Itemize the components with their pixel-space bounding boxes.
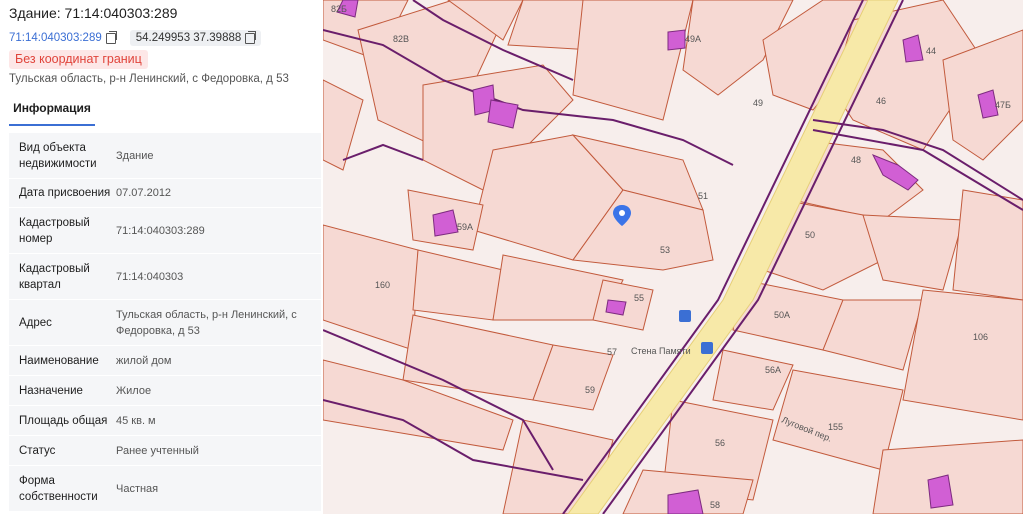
row-value: 45 кв. м bbox=[116, 414, 156, 427]
row-key: Дата присвоения bbox=[19, 187, 111, 199]
parcel-label: 49А bbox=[685, 34, 701, 44]
bus-stop-icon[interactable] bbox=[679, 310, 691, 322]
parcel-label: 58 bbox=[710, 500, 720, 510]
parcel-label: 49 bbox=[753, 98, 763, 108]
table-row: Дата присвоения 07.07.2012 bbox=[9, 179, 321, 208]
parcel-label: 82Б bbox=[331, 4, 347, 14]
row-key: Форма собственности bbox=[19, 474, 98, 503]
parcel-label: 82В bbox=[393, 34, 409, 44]
row-value: Ранее учтенный bbox=[116, 444, 199, 457]
parcel-label: 59А bbox=[457, 222, 473, 232]
table-row: Статус Ранее учтенный bbox=[9, 436, 321, 466]
parcel-label: 44 bbox=[926, 46, 936, 56]
row-value: Частная bbox=[116, 482, 159, 495]
row-value: жилой дом bbox=[116, 354, 172, 367]
map-canvas[interactable]: 82Б 82В 49А 49 44 46 47Б 48 51 53 50 59А… bbox=[323, 0, 1023, 514]
copy-icon[interactable] bbox=[245, 30, 257, 44]
parcel-label: 48 bbox=[851, 155, 861, 165]
parcel-label: 155 bbox=[828, 422, 843, 432]
table-row: Кадастровый номер 71:14:040303:289 bbox=[9, 208, 321, 254]
info-panel: Здание: 71:14:040303:289 71:14:040303:28… bbox=[0, 0, 323, 514]
table-row: Площадь общая 45 кв. м bbox=[9, 406, 321, 436]
copy-icon[interactable] bbox=[105, 30, 117, 44]
row-key: Назначение bbox=[19, 384, 83, 397]
table-row: Наименование жилой дом bbox=[9, 346, 321, 376]
coordinates-chip: 54.249953 37.39888 bbox=[129, 30, 262, 46]
table-row: Назначение Жилое bbox=[9, 376, 321, 406]
marker-dot bbox=[619, 210, 625, 216]
row-key: Кадастровый квартал bbox=[19, 262, 90, 291]
bus-stop-icon[interactable] bbox=[701, 342, 713, 354]
row-value: Тульская область, р-н Ленинский, с Федор… bbox=[116, 308, 297, 337]
parcel-label: 50 bbox=[805, 230, 815, 240]
row-value: 71:14:040303 bbox=[116, 270, 184, 283]
parcel-label: 46 bbox=[876, 96, 886, 106]
row-value: 07.07.2012 bbox=[116, 187, 172, 199]
parcel-label: 56 bbox=[715, 438, 725, 448]
parcel-label: 55 bbox=[634, 293, 644, 303]
parcel-label: 160 bbox=[375, 280, 390, 290]
info-table: Вид объекта недвижимости Здание Дата при… bbox=[9, 133, 321, 512]
row-value: 71:14:040303:289 bbox=[116, 224, 205, 237]
row-key: Адрес bbox=[19, 316, 52, 329]
tab-info[interactable]: Информация bbox=[9, 100, 95, 126]
table-row: Кадастровый квартал 71:14:040303 bbox=[9, 254, 321, 300]
row-key: Наименование bbox=[19, 354, 99, 367]
coordinates-text: 54.249953 37.39888 bbox=[135, 32, 242, 44]
row-key: Статус bbox=[19, 444, 56, 457]
row-key: Площадь общая bbox=[19, 414, 108, 427]
parcel-label: 57 bbox=[607, 347, 617, 357]
parcel-label: 106 bbox=[973, 332, 988, 342]
row-value: Здание bbox=[116, 149, 154, 162]
parcel-label: 53 bbox=[660, 245, 670, 255]
parcel-label: 59 bbox=[585, 385, 595, 395]
parcel-label: 50А bbox=[774, 310, 790, 320]
object-address: Тульская область, р-н Ленинский, с Федор… bbox=[9, 73, 289, 85]
row-key: Кадастровый номер bbox=[19, 216, 90, 245]
cadastral-number-link[interactable]: 71:14:040303:289 bbox=[9, 32, 102, 44]
table-row: Форма собственности Частная bbox=[9, 466, 321, 512]
row-key: Вид объекта недвижимости bbox=[19, 141, 97, 170]
object-title: Здание: 71:14:040303:289 bbox=[9, 5, 178, 21]
id-row: 71:14:040303:289 54.249953 37.39888 bbox=[9, 29, 262, 47]
table-row: Адрес Тульская область, р-н Ленинский, с… bbox=[9, 300, 321, 346]
row-value: Жилое bbox=[116, 384, 152, 397]
status-badge: Без координат границ bbox=[9, 50, 148, 69]
parcel-label: 47Б bbox=[995, 100, 1011, 110]
parcel-label: 51 bbox=[698, 191, 708, 201]
table-row: Вид объекта недвижимости Здание bbox=[9, 133, 321, 179]
cadastral-map[interactable]: 82Б 82В 49А 49 44 46 47Б 48 51 53 50 59А… bbox=[323, 0, 1023, 514]
poi-label: Стена Памяти bbox=[631, 346, 691, 356]
parcel-label: 56А bbox=[765, 365, 781, 375]
